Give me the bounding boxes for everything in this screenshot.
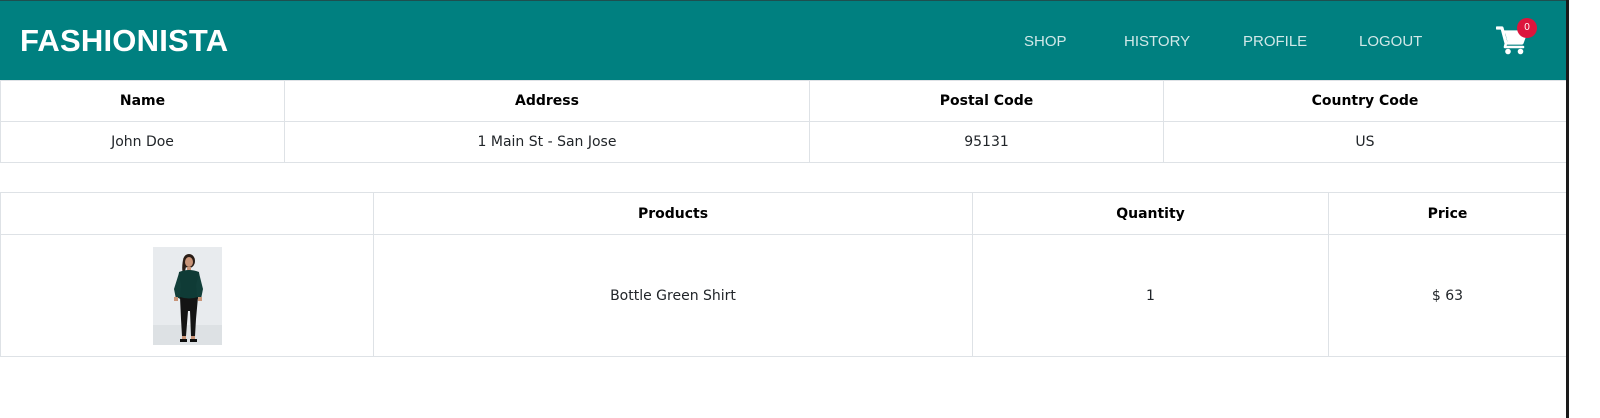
column-header-country-code: Country Code (1163, 80, 1567, 122)
product-thumbnail (152, 246, 222, 345)
page: FASHIONISTA SHOP HISTORY PROFILE LOGOUT … (0, 0, 1600, 418)
column-header-products: Products (373, 192, 973, 235)
nav-link-shop[interactable]: SHOP (1024, 33, 1067, 50)
product-image-cell (0, 234, 374, 357)
column-header-address: Address (284, 80, 810, 122)
table-row: Bottle Green Shirt 1 $ 63 (0, 234, 1567, 357)
column-header-image (0, 192, 374, 235)
brand-logo[interactable]: FASHIONISTA (20, 23, 228, 59)
country-code: US (1163, 121, 1567, 163)
window-edge (1566, 0, 1569, 418)
customer-name: John Doe (0, 121, 285, 163)
product-quantity: 1 (972, 234, 1329, 357)
column-header-price: Price (1328, 192, 1567, 235)
order-items-table: Products Quantity Price Bottle Green Shi… (0, 192, 1567, 357)
cart-count-badge: 0 (1517, 18, 1537, 38)
column-header-postal-code: Postal Code (809, 80, 1164, 122)
customer-address: 1 Main St - San Jose (284, 121, 810, 163)
table-row: John Doe 1 Main St - San Jose 95131 US (0, 121, 1567, 163)
product-name: Bottle Green Shirt (373, 234, 973, 357)
nav-link-logout[interactable]: LOGOUT (1359, 33, 1422, 50)
product-price: $ 63 (1328, 234, 1567, 357)
shipping-table: Name Address Postal Code Country Code Jo… (0, 80, 1567, 163)
order-header-row: Products Quantity Price (0, 192, 1567, 235)
shipping-header-row: Name Address Postal Code Country Code (0, 80, 1567, 122)
column-header-quantity: Quantity (972, 192, 1329, 235)
nav-link-profile[interactable]: PROFILE (1243, 33, 1307, 50)
column-header-name: Name (0, 80, 285, 122)
nav-link-history[interactable]: HISTORY (1124, 33, 1190, 50)
navbar: FASHIONISTA SHOP HISTORY PROFILE LOGOUT … (0, 0, 1566, 80)
postal-code: 95131 (809, 121, 1164, 163)
